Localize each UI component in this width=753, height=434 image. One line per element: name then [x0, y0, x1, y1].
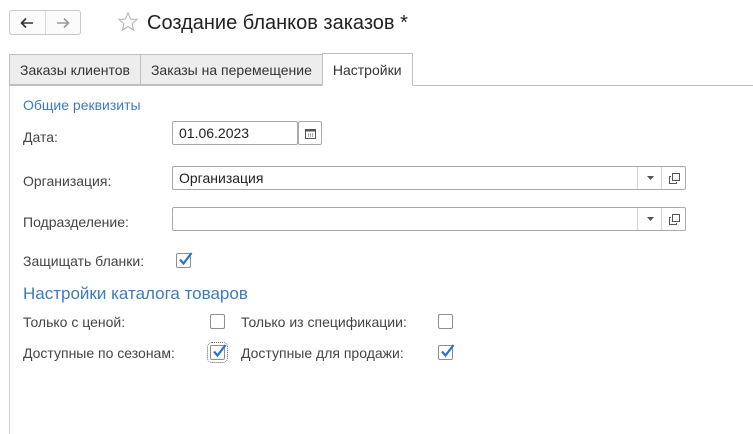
department-dropdown-button[interactable]: [637, 208, 662, 230]
checkmark-icon: [213, 344, 227, 358]
spec-only-label: Только из спецификации:: [241, 314, 407, 330]
checkmark-icon: [179, 252, 193, 266]
department-open-button[interactable]: [661, 208, 686, 230]
price-only-checkbox[interactable]: [210, 314, 225, 329]
season-label: Доступные по сезонам:: [23, 345, 175, 361]
navigation-buttons: [9, 10, 81, 35]
organization-dropdown-button[interactable]: [637, 167, 662, 189]
date-field[interactable]: 01.06.2023: [172, 121, 298, 145]
page-title: Создание бланков заказов *: [147, 12, 408, 34]
open-icon: [668, 172, 680, 184]
chevron-down-icon: [646, 176, 654, 180]
section-title-catalog: Настройки каталога товаров: [23, 284, 248, 303]
tab-settings[interactable]: Настройки: [321, 53, 413, 86]
organization-value: Организация: [179, 170, 264, 186]
tab-transfer-orders[interactable]: Заказы на перемещение: [139, 54, 322, 85]
calendar-icon: [304, 128, 316, 139]
checkmark-icon: [441, 344, 455, 358]
season-checkbox[interactable]: [207, 342, 228, 363]
date-value: 01.06.2023: [179, 125, 250, 141]
arrow-right-icon: [56, 17, 70, 28]
sale-checkbox[interactable]: [438, 344, 455, 360]
department-field[interactable]: [172, 207, 686, 231]
spec-only-checkbox[interactable]: [438, 314, 453, 329]
chevron-down-icon: [646, 217, 654, 221]
star-icon: [117, 11, 139, 32]
calendar-button[interactable]: [298, 121, 322, 145]
price-only-label: Только с ценой:: [23, 314, 126, 330]
sale-label: Доступные для продажи:: [241, 345, 404, 361]
forward-button[interactable]: [44, 11, 81, 34]
panel-border: [9, 85, 10, 434]
tab-client-orders[interactable]: Заказы клиентов: [9, 54, 140, 85]
back-button[interactable]: [10, 11, 45, 34]
organization-field[interactable]: Организация: [172, 166, 686, 190]
arrow-left-icon: [20, 17, 34, 28]
favorite-button[interactable]: [117, 11, 139, 33]
date-label: Дата:: [23, 129, 58, 145]
protect-forms-label: Защищать бланки:: [23, 253, 145, 269]
group-title-general: Общие реквизиты: [23, 97, 141, 113]
organization-label: Организация:: [23, 173, 112, 189]
organization-open-button[interactable]: [661, 167, 686, 189]
protect-forms-checkbox[interactable]: [176, 252, 193, 268]
open-icon: [668, 213, 680, 225]
tab-bar: Заказы клиентов Заказы на перемещение На…: [9, 53, 413, 86]
department-label: Подразделение:: [23, 214, 129, 230]
